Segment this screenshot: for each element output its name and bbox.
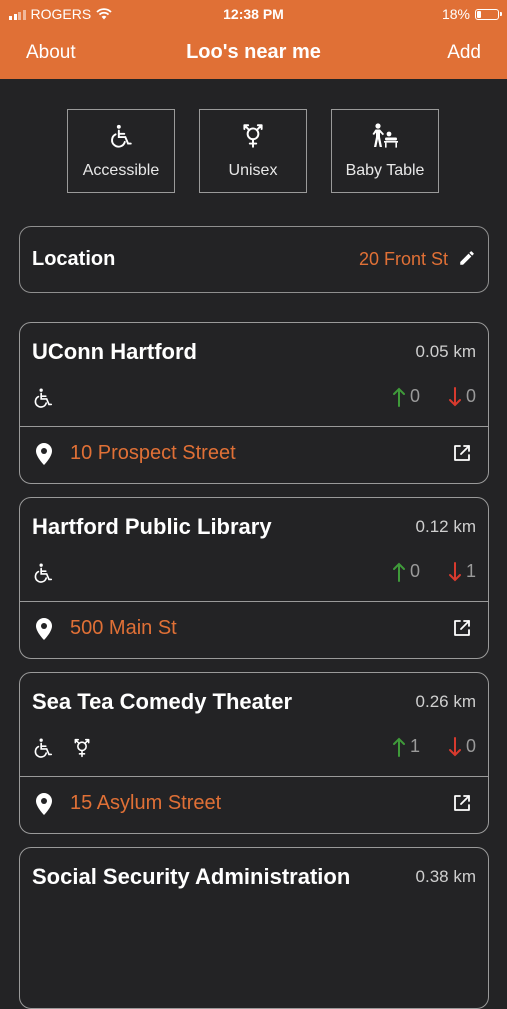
downvote-count: 0 bbox=[465, 736, 476, 756]
map-pin-icon bbox=[36, 793, 52, 815]
filter-baby-table[interactable]: Baby Table bbox=[331, 109, 439, 193]
loo-name: Sea Tea Comedy Theater bbox=[32, 689, 293, 714]
loo-distance: 0.12 km bbox=[415, 517, 476, 536]
loo-card[interactable]: Hartford Public Library 0.12 km 0 1 500 … bbox=[19, 497, 489, 659]
downvote-count: 0 bbox=[465, 386, 476, 406]
wheelchair-icon bbox=[34, 388, 53, 408]
loo-distance: 0.26 km bbox=[415, 692, 476, 711]
address-row[interactable]: 500 Main St bbox=[20, 602, 488, 658]
loo-address: 10 Prospect Street bbox=[70, 442, 236, 464]
pencil-icon[interactable] bbox=[458, 249, 476, 267]
address-row[interactable]: 10 Prospect Street bbox=[20, 427, 488, 483]
loo-address: 500 Main St bbox=[70, 617, 177, 639]
unisex-icon bbox=[243, 124, 263, 148]
loo-card[interactable]: Social Security Administration 0.38 km bbox=[19, 847, 489, 1009]
downvote-arrow-icon[interactable] bbox=[448, 736, 462, 757]
filter-label: Accessible bbox=[82, 162, 160, 179]
vote-counts: 0 0 bbox=[392, 386, 476, 407]
page-title: Loo's near me bbox=[186, 41, 321, 63]
upvote-count: 1 bbox=[409, 736, 420, 756]
upvote-count: 0 bbox=[409, 386, 420, 406]
clock: 12:38 PM bbox=[223, 6, 284, 22]
unisex-icon bbox=[74, 738, 90, 758]
map-pin-icon bbox=[36, 443, 52, 465]
location-row[interactable]: Location 20 Front St bbox=[19, 226, 489, 293]
external-link-icon[interactable] bbox=[452, 793, 472, 813]
upvote-arrow-icon[interactable] bbox=[392, 387, 406, 407]
upvote-count: 0 bbox=[409, 561, 420, 581]
external-link-icon[interactable] bbox=[452, 443, 472, 463]
upvote-arrow-icon[interactable] bbox=[392, 562, 406, 582]
external-link-icon[interactable] bbox=[452, 618, 472, 638]
filter-accessible[interactable]: Accessible bbox=[67, 109, 175, 193]
add-button[interactable]: Add bbox=[447, 42, 481, 64]
loo-distance: 0.38 km bbox=[415, 867, 476, 886]
app-header: ROGERS 12:38 PM 18% About Loo's near me … bbox=[0, 0, 507, 79]
filter-unisex[interactable]: Unisex bbox=[199, 109, 307, 193]
downvote-count: 1 bbox=[465, 561, 476, 581]
location-label: Location bbox=[32, 248, 116, 270]
loo-name: Hartford Public Library bbox=[32, 514, 272, 539]
filter-label: Baby Table bbox=[345, 162, 425, 179]
downvote-arrow-icon[interactable] bbox=[448, 561, 462, 582]
loo-address: 15 Asylum Street bbox=[70, 792, 222, 814]
wheelchair-icon bbox=[34, 738, 53, 758]
loo-distance: 0.05 km bbox=[415, 342, 476, 361]
map-pin-icon bbox=[36, 618, 52, 640]
loo-name: Social Security Administration bbox=[32, 864, 351, 889]
wheelchair-icon bbox=[34, 563, 53, 583]
battery-icon bbox=[475, 8, 502, 20]
wheelchair-icon bbox=[111, 124, 132, 148]
battery-percent: 18% bbox=[441, 6, 470, 22]
vote-counts: 0 1 bbox=[392, 561, 476, 582]
feature-icons bbox=[32, 387, 54, 409]
status-bar: ROGERS 12:38 PM 18% bbox=[0, 0, 507, 28]
nav-bar: About Loo's near me Add bbox=[0, 38, 507, 68]
loo-name: UConn Hartford bbox=[32, 339, 197, 364]
vote-counts: 1 0 bbox=[392, 736, 476, 757]
filter-label: Unisex bbox=[228, 162, 278, 179]
address-row[interactable]: 15 Asylum Street bbox=[20, 777, 488, 833]
location-value: 20 Front St bbox=[358, 249, 448, 269]
baby-changing-icon bbox=[372, 123, 398, 148]
downvote-arrow-icon[interactable] bbox=[448, 386, 462, 407]
loo-card[interactable]: Sea Tea Comedy Theater 0.26 km 1 0 15 As… bbox=[19, 672, 489, 834]
feature-icons bbox=[32, 737, 92, 759]
upvote-arrow-icon[interactable] bbox=[392, 737, 406, 757]
loo-card[interactable]: UConn Hartford 0.05 km 0 0 10 Prospect S… bbox=[19, 322, 489, 484]
feature-icons bbox=[32, 562, 54, 584]
